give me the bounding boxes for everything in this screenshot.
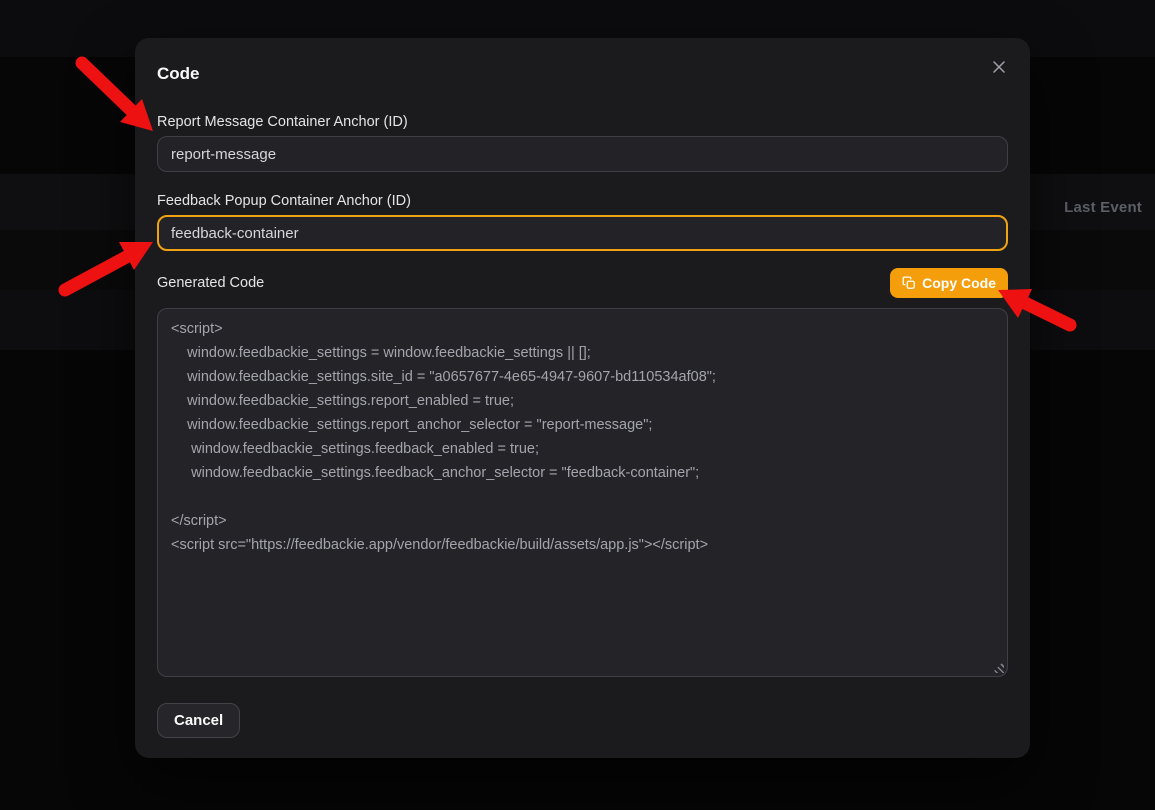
- generated-code-header-row: Generated Code Copy Code: [157, 268, 1008, 298]
- feedback-anchor-input[interactable]: [157, 215, 1008, 251]
- copy-code-button[interactable]: Copy Code: [890, 268, 1008, 298]
- modal-title: Code: [157, 64, 1008, 84]
- code-modal: Code Report Message Container Anchor (ID…: [135, 38, 1030, 758]
- feedback-anchor-label: Feedback Popup Container Anchor (ID): [157, 193, 1008, 209]
- table-header-last-event: Last Event: [1064, 199, 1142, 216]
- generated-code-container: <script> window.feedbackie_settings = wi…: [157, 308, 1008, 677]
- close-button[interactable]: [988, 58, 1010, 80]
- generated-code-label: Generated Code: [157, 275, 264, 291]
- clipboard-icon: [902, 276, 916, 290]
- generated-code-textarea[interactable]: <script> window.feedbackie_settings = wi…: [157, 308, 1008, 677]
- report-anchor-input[interactable]: [157, 136, 1008, 172]
- x-icon: [989, 57, 1009, 82]
- report-anchor-field-group: Report Message Container Anchor (ID): [157, 114, 1008, 172]
- copy-code-button-label: Copy Code: [922, 275, 996, 291]
- feedback-anchor-field-group: Feedback Popup Container Anchor (ID): [157, 193, 1008, 251]
- cancel-button[interactable]: Cancel: [157, 703, 240, 738]
- report-anchor-label: Report Message Container Anchor (ID): [157, 114, 1008, 130]
